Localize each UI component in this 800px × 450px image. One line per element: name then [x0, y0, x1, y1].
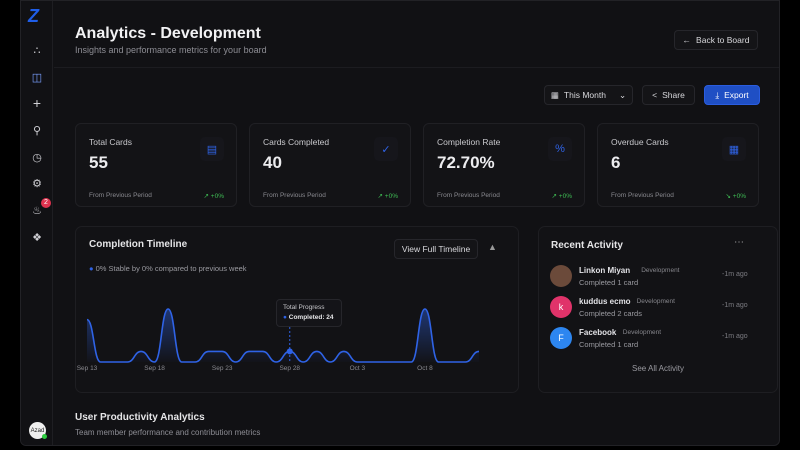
chevron-down-icon: ⌄	[618, 89, 627, 100]
percent-icon: %	[548, 137, 572, 161]
stat-card: Overdue Cards 6 ▦ From Previous Period ↘…	[597, 123, 759, 207]
share-button[interactable]: < Share	[642, 85, 695, 105]
sidebar: Z ∴ ◫ + ⚲ ◷ ⚙ ♨ 2 ❖ Azad	[21, 1, 53, 445]
activity-user: kuddus ecmo	[579, 297, 631, 306]
activity-tag: Development	[641, 267, 680, 274]
activity-tag: Development	[636, 298, 675, 305]
page-title: Analytics - Development	[75, 25, 261, 42]
activity-desc: Completed 2 cards	[579, 309, 642, 318]
activity-avatar: F	[550, 327, 572, 349]
productivity-title: User Productivity Analytics	[75, 412, 205, 423]
x-tick-label: Oct 8	[417, 365, 433, 372]
trend-up-icon: ↗	[377, 193, 383, 200]
activity-item[interactable]: F Facebook Development Completed 1 card …	[550, 327, 750, 353]
back-label: Back to Board	[696, 35, 750, 45]
trend-up-icon: ↗	[203, 193, 209, 200]
see-all-activity-link[interactable]: See All Activity	[539, 364, 777, 373]
stat-footer: From Previous Period	[89, 192, 152, 199]
period-value: This Month	[563, 90, 606, 100]
share-icon: <	[652, 90, 658, 100]
activity-tag: Development	[622, 329, 662, 336]
stat-change: ↘ +0%	[726, 192, 746, 200]
megaphone-icon[interactable]: ❖	[27, 227, 47, 247]
stat-value: 72.70%	[437, 153, 495, 172]
completion-timeline-panel: Completion Timeline View Full Timeline ▲…	[75, 226, 519, 393]
stat-change: ↗ +0%	[204, 192, 224, 200]
x-tick-label: Sep 13	[76, 365, 98, 372]
activity-avatar: k	[550, 296, 572, 318]
activity-user: Linkon Miyan	[579, 266, 631, 275]
stat-label: Overdue Cards	[611, 137, 669, 147]
calendar-icon: ▦	[550, 89, 559, 100]
online-indicator	[42, 434, 47, 439]
page-subtitle: Insights and performance metrics for you…	[75, 45, 267, 55]
share-label: Share	[662, 90, 685, 100]
x-tick-label: Sep 28	[279, 365, 301, 372]
stat-footer: From Previous Period	[263, 192, 326, 199]
activity-title: Recent Activity	[551, 240, 623, 251]
trend-down-icon: ↘	[725, 193, 731, 200]
activity-time: -1m ago	[722, 302, 748, 309]
stat-card: Cards Completed 40 ✓ From Previous Perio…	[249, 123, 411, 207]
stat-value: 6	[611, 153, 621, 172]
stat-change-value: +0%	[210, 193, 224, 200]
tooltip-value: ● Completed: 24	[283, 314, 334, 321]
history-icon[interactable]: ◷	[27, 147, 47, 167]
arrow-left-icon: ←	[682, 35, 692, 45]
activity-item[interactable]: k kuddus ecmo Development Completed 2 ca…	[550, 296, 750, 322]
export-label: Export	[724, 90, 749, 100]
activity-time: -1m ago	[722, 271, 748, 278]
stat-change-value: +0%	[558, 193, 572, 200]
stat-value: 40	[263, 153, 282, 172]
tooltip-value-text: Completed: 24	[288, 314, 334, 321]
stat-change-value: +0%	[384, 193, 398, 200]
search-icon[interactable]: ⚲	[27, 120, 47, 140]
stat-label: Cards Completed	[263, 137, 330, 147]
calendar-icon: ▦	[722, 137, 746, 161]
period-select[interactable]: ▦ This Month ⌄	[544, 85, 633, 105]
back-to-board-button[interactable]: ← Back to Board	[674, 30, 758, 50]
clipboard-icon: ▤	[200, 137, 224, 161]
app-logo[interactable]: Z	[28, 6, 39, 27]
tooltip-title: Total Progress	[283, 304, 325, 311]
stat-footer: From Previous Period	[611, 192, 674, 199]
activity-desc: Completed 1 card	[579, 340, 639, 349]
stat-value: 55	[89, 153, 108, 172]
main-content: Analytics - Development Insights and per…	[54, 1, 779, 445]
chart-tooltip: Total Progress ● Completed: 24	[276, 299, 342, 327]
stat-footer: From Previous Period	[437, 192, 500, 199]
x-tick-label: Sep 18	[144, 365, 165, 372]
activity-item[interactable]: Linkon Miyan Development Completed 1 car…	[550, 265, 750, 291]
export-button[interactable]: ⤓ Export	[704, 85, 760, 105]
activity-time: -1m ago	[722, 333, 748, 340]
stat-card: Total Cards 55 ▤ From Previous Period ↗ …	[75, 123, 237, 207]
plus-icon[interactable]: +	[27, 93, 47, 113]
stat-change: ↗ +0%	[552, 192, 572, 200]
trend-up-icon: ↗	[551, 193, 557, 200]
download-icon: ⤓	[715, 89, 720, 100]
stat-label: Total Cards	[89, 137, 132, 147]
activity-avatar	[550, 265, 572, 287]
x-tick-label: Sep 23	[211, 365, 233, 372]
activity-user: Facebook	[579, 328, 617, 337]
notification-badge: 2	[41, 198, 51, 208]
check-circle-icon: ✓	[374, 137, 398, 161]
stat-label: Completion Rate	[437, 137, 501, 147]
board-icon[interactable]: ◫	[27, 67, 47, 87]
recent-activity-panel: Recent Activity ⋯ Linkon Miyan Developme…	[538, 226, 778, 393]
header-divider	[54, 67, 779, 68]
more-icon[interactable]: ⋯	[734, 237, 744, 248]
stat-card: Completion Rate 72.70% % From Previous P…	[423, 123, 585, 207]
stat-change-value: +0%	[732, 193, 746, 200]
app-window: Z ∴ ◫ + ⚲ ◷ ⚙ ♨ 2 ❖ Azad Analytics - Dev…	[20, 0, 780, 446]
x-tick-label: Oct 3	[349, 365, 366, 372]
productivity-subtitle: Team member performance and contribution…	[75, 428, 261, 437]
settings-icon[interactable]: ⚙	[27, 173, 47, 193]
team-icon[interactable]: ∴	[27, 40, 47, 60]
activity-desc: Completed 1 card	[579, 278, 639, 287]
stat-change: ↗ +0%	[378, 192, 398, 200]
